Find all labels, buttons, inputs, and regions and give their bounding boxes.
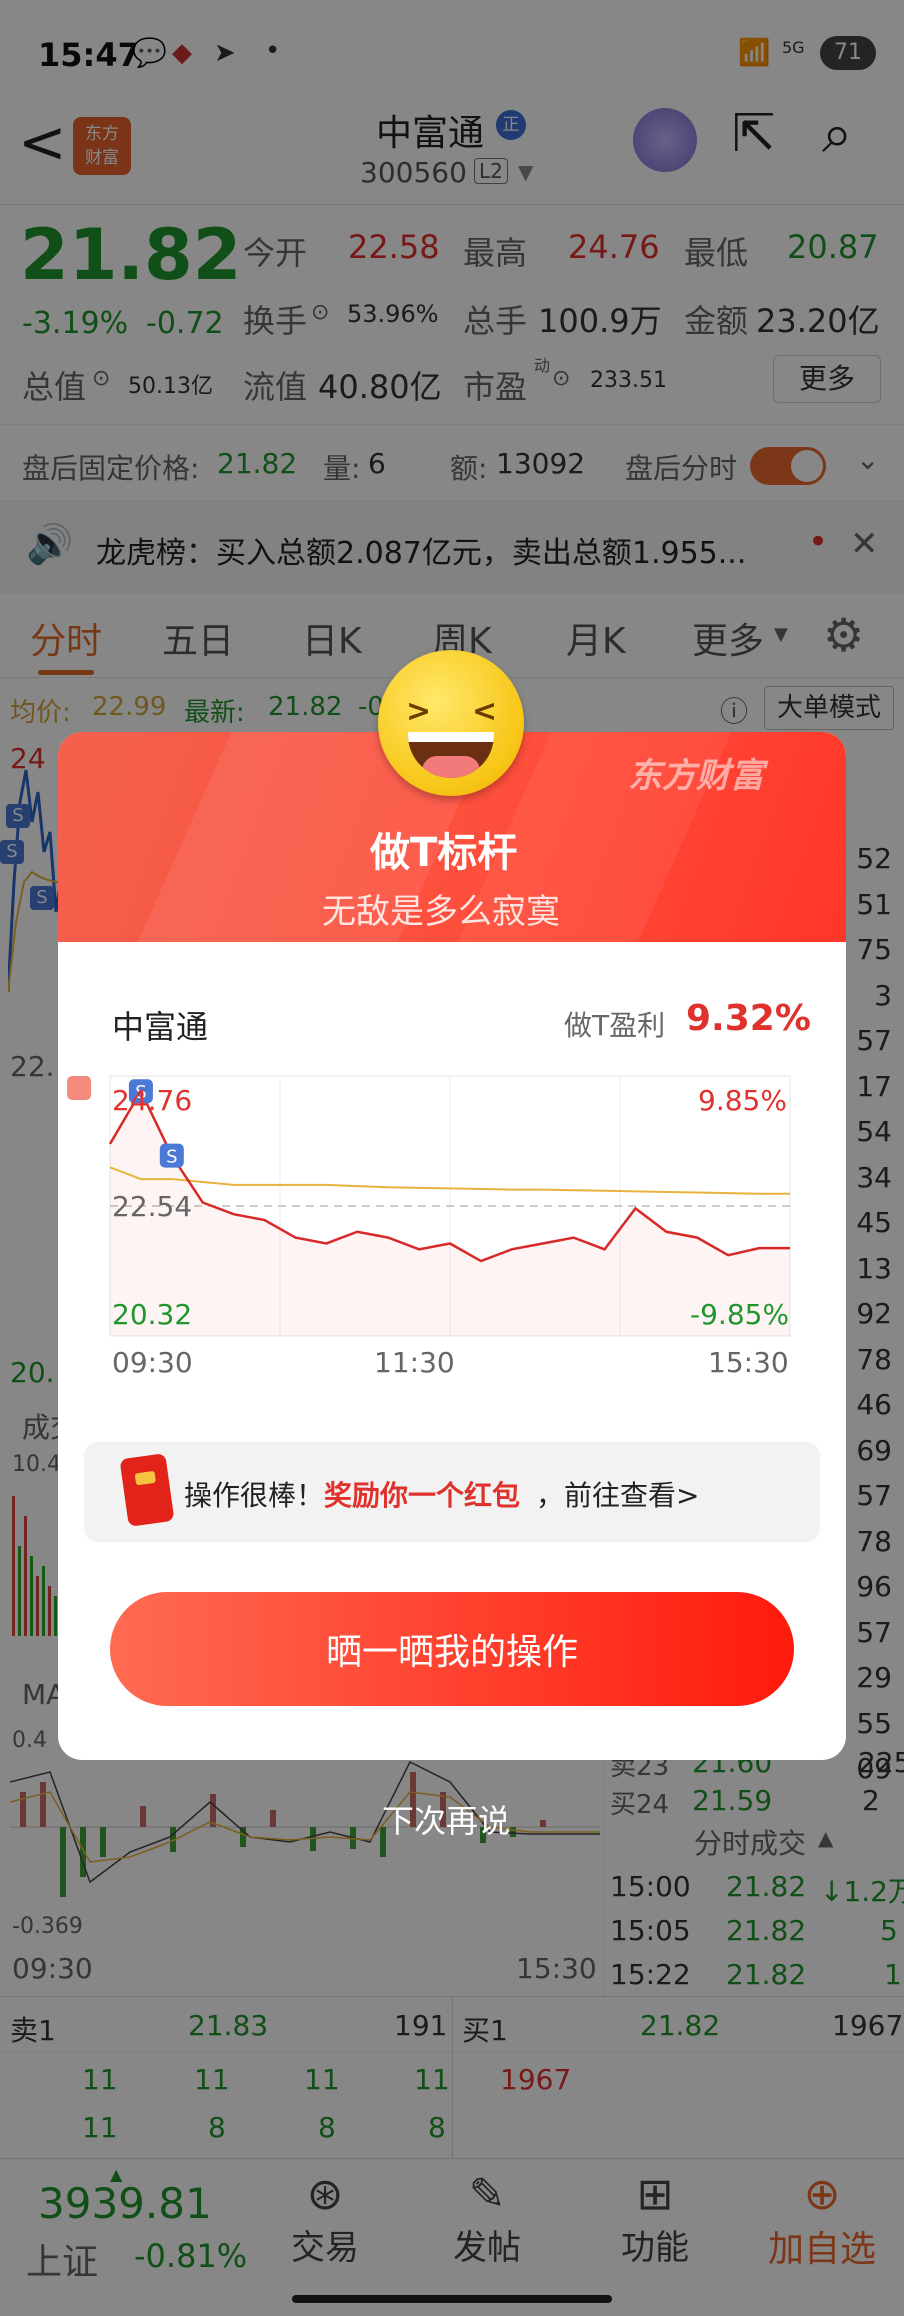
trade-marker-label: B [73,1060,85,1081]
modal-title: 做T标杆 [370,830,518,876]
reward-highlight: 奖励你一个红包 [324,1479,521,1512]
t-trade-modal: 东方财富 做T标杆 无敌是多么寂寞 中富通 做T盈利 9.32% SSB 24.… [58,732,846,1760]
chart-pct-bottom: -9.85% [690,1298,790,1331]
chart-y-mid: 22.54 [112,1190,193,1223]
share-button-label: 晒一晒我的操作 [325,1632,578,1673]
modal-intraday-chart: SSB [67,1060,791,1337]
trade-marker-label: S [166,1147,177,1168]
profit-value: 9.32% [686,998,811,1039]
reward-banner[interactable]: 操作很棒！ 奖励你一个红包 ，前往查看> [84,1442,820,1542]
reward-prefix: 操作很棒！ [184,1479,325,1512]
chart-y-top: 24.76 [112,1084,193,1117]
chart-y-bottom: 20.32 [112,1298,193,1331]
reward-suffix: ，前往查看> [536,1479,700,1512]
profit-label: 做T盈利 [564,1009,666,1042]
chart-x-mid: 11:30 [374,1346,455,1379]
modal-subtitle: 无敌是多么寂寞 [322,892,560,932]
share-operation-button[interactable]: 晒一晒我的操作 [110,1592,794,1706]
modal-stock-name: 中富通 [112,1008,209,1046]
laughing-emoji-icon: > < [378,650,524,796]
dismiss-link[interactable]: 下次再说 [382,1796,510,1842]
brand-watermark: 东方财富 [628,756,764,796]
chart-pct-top: 9.85% [698,1084,787,1117]
chart-x-start: 09:30 [112,1346,193,1379]
red-envelope-icon [119,1453,175,1527]
chart-x-end: 15:30 [708,1346,789,1379]
